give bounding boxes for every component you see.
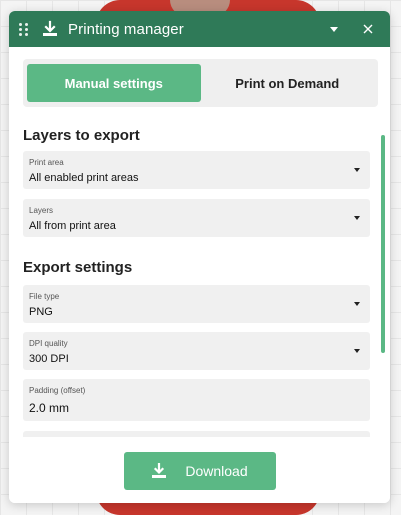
print-area-select[interactable]: Print area All enabled print areas <box>23 151 370 189</box>
panel-content: Manual settings Print on Demand Layers t… <box>23 59 385 437</box>
chevron-down-icon <box>354 349 360 353</box>
drag-handle-icon[interactable] <box>19 22 31 36</box>
tab-manual-settings[interactable]: Manual settings <box>27 64 201 102</box>
settings-scroll-area[interactable]: Layers to export Print area All enabled … <box>23 121 378 437</box>
section-title-export: Export settings <box>23 258 133 276</box>
printing-manager-panel: Printing manager Manual settings Print o… <box>9 11 390 503</box>
download-button-label: Download <box>185 463 248 479</box>
download-button[interactable]: Download <box>123 452 276 490</box>
chevron-down-icon <box>354 216 360 220</box>
download-icon <box>43 20 57 36</box>
file-type-label: File type <box>29 292 60 301</box>
section-title-layers: Layers to export <box>23 126 140 144</box>
print-area-value: All enabled print areas <box>29 172 139 184</box>
print-area-label: Print area <box>29 158 64 167</box>
collapse-button[interactable] <box>322 17 346 41</box>
file-type-select[interactable]: File type PNG <box>23 285 370 323</box>
chevron-down-icon <box>354 168 360 172</box>
close-button[interactable] <box>356 17 380 41</box>
close-icon <box>363 24 373 34</box>
dpi-quality-select[interactable]: DPI quality 300 DPI <box>23 332 370 370</box>
mode-tabs: Manual settings Print on Demand <box>23 59 378 107</box>
panel-footer: Download <box>9 439 390 503</box>
chevron-down-icon <box>330 26 338 32</box>
panel-titlebar[interactable]: Printing manager <box>9 11 390 47</box>
file-type-value: PNG <box>29 306 53 318</box>
dpi-quality-value: 300 DPI <box>29 353 69 365</box>
download-icon <box>152 463 167 478</box>
padding-label: Padding (offset) <box>29 386 86 395</box>
tab-print-on-demand[interactable]: Print on Demand <box>201 64 375 102</box>
padding-input[interactable]: Padding (offset) 2.0 mm <box>23 379 370 421</box>
next-field-partial[interactable] <box>23 431 370 437</box>
dpi-quality-label: DPI quality <box>29 339 68 348</box>
layers-select[interactable]: Layers All from print area <box>23 199 370 237</box>
layers-label: Layers <box>29 206 54 215</box>
chevron-down-icon <box>354 302 360 306</box>
scrollbar-thumb[interactable] <box>381 135 385 353</box>
padding-value: 2.0 mm <box>29 401 70 415</box>
panel-title: Printing manager <box>68 20 184 38</box>
layers-value: All from print area <box>29 220 116 232</box>
